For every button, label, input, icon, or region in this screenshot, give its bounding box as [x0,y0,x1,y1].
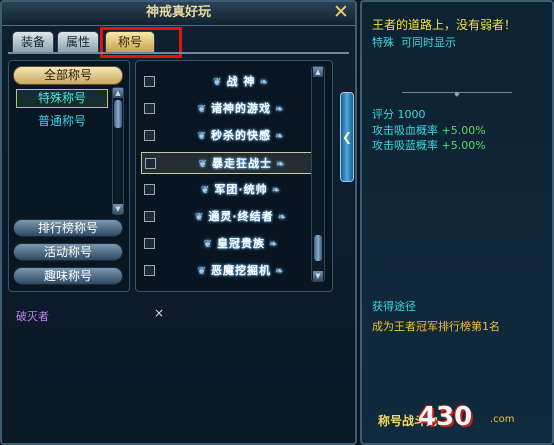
swirl-icon: ❦ [197,266,211,277]
checkbox[interactable] [144,211,155,222]
tab-equipment[interactable]: 装备 [12,31,54,52]
watermark-logo: 430 [418,402,473,432]
title-name: 暴走狂战士 [212,157,272,170]
list-item[interactable]: ❦ 诸神的游戏 ❧ [141,98,325,120]
scroll-thumb[interactable] [114,100,122,128]
clear-title-icon[interactable]: × [154,306,164,320]
ranking-titles-button[interactable]: 排行榜称号 [13,219,123,237]
swirl-icon: ❦ [197,131,211,142]
scroll-down-icon[interactable]: ▼ [313,271,323,281]
stat-row: 攻击吸蓝概率 +5.00% [372,137,486,153]
swirl-icon: ❦ [198,159,212,170]
title-name: 秒杀的快感 [211,129,271,142]
title-name: 军团·统帅 [214,183,268,196]
title-name: 战 神 [226,75,256,88]
list-item[interactable]: ❦ 秒杀的快感 ❧ [141,125,325,147]
checkbox[interactable] [144,103,155,114]
stat-value: +5.00% [441,139,486,152]
tab-titles[interactable]: 称号 [105,31,155,52]
subcategory-special[interactable]: 特殊称号 [16,89,108,108]
title-list-scrollbar[interactable]: ▲ ▼ [311,66,325,282]
tab-divider [8,52,349,54]
window-title: 神戒真好玩 [2,2,355,26]
swirl-icon: ❦ [213,77,227,88]
swirl-icon: ❧ [272,159,286,170]
title-name: 皇冠贵族 [217,237,265,250]
title-type-row: 特殊 可同时显示 [372,34,456,50]
stat-row: 攻击吸血概率 +5.00% [372,122,486,138]
checkbox[interactable] [145,158,156,169]
list-item[interactable]: ❦ 军团·统帅 ❧ [141,179,325,201]
list-item[interactable]: ❦ 暴走狂战士 ❧ [141,152,325,174]
expand-arrow-icon[interactable]: ❮ [340,92,354,182]
all-titles-button[interactable]: 全部称号 [13,66,123,85]
title-list: ❦ 战 神 ❧ ❦ 诸神的游戏 ❧ ❦ 秒杀的快感 ❧ ❦ 暴走狂战士 ❧ ❦ … [135,60,333,292]
event-titles-button[interactable]: 活动称号 [13,243,123,261]
category-scrollbar[interactable]: ▲ ▼ [112,87,124,215]
swirl-icon: ❦ [194,212,209,223]
scroll-thumb[interactable] [314,235,322,261]
title-window: 神戒真好玩 ✕ 装备 属性 称号 全部称号 特殊称号 普通称号 ▲ ▼ 排行榜称… [0,0,357,445]
score-value: 1000 [397,108,426,121]
checkbox[interactable] [144,76,155,87]
swirl-icon: ❧ [255,77,269,88]
list-item[interactable]: ❦ 通灵·终结者 ❧ [141,206,325,228]
subcategory-normal[interactable]: 普通称号 [16,113,108,132]
title-name: 恶魔挖掘机 [211,264,271,277]
stat-value: +5.00% [441,124,486,137]
checkbox[interactable] [144,238,155,249]
score-row: 评分 1000 [372,106,426,122]
swirl-icon: ❧ [271,266,285,277]
swirl-icon: ❧ [273,212,288,223]
swirl-icon: ❧ [267,185,282,196]
category-column: 全部称号 特殊称号 普通称号 ▲ ▼ 排行榜称号 活动称号 趣味称号 [8,60,130,292]
fun-titles-button[interactable]: 趣味称号 [13,267,123,285]
checkbox[interactable] [144,265,155,276]
swirl-icon: ❧ [271,131,285,142]
checkbox[interactable] [144,130,155,141]
list-item[interactable]: ❦ 皇冠贵族 ❧ [141,233,325,255]
ornament-divider: ◆ [402,91,512,100]
stat-label: 攻击吸蓝概率 [372,139,438,152]
swirl-icon: ❦ [197,104,211,115]
swirl-icon: ❦ [200,185,215,196]
swirl-icon: ❧ [271,104,285,115]
title-description: 王者的道路上，没有弱者！ [372,18,517,32]
subcategory-list: 特殊称号 普通称号 [13,87,111,190]
current-title: 破灭者 [16,310,49,323]
title-type: 特殊 [372,36,394,49]
scroll-up-icon[interactable]: ▲ [113,88,123,98]
swirl-icon: ❦ [203,239,217,250]
source-text: 成为王者冠军排行榜第1名 [372,320,500,333]
title-info-panel: 王者的道路上，没有弱者！ 特殊 可同时显示 ◆ 评分 1000 攻击吸血概率 +… [360,0,554,445]
title-name: 诸神的游戏 [211,102,271,115]
close-icon[interactable]: ✕ [331,2,351,22]
watermark-suffix: .com [490,414,515,425]
swirl-icon: ❧ [265,239,279,250]
scroll-up-icon[interactable]: ▲ [313,67,323,77]
stat-label: 攻击吸血概率 [372,124,438,137]
scroll-down-icon[interactable]: ▼ [113,204,123,214]
tab-attributes[interactable]: 属性 [57,31,99,52]
list-item[interactable]: ❦ 战 神 ❧ [141,71,325,93]
title-name: 通灵·终结者 [208,210,274,223]
score-label: 评分 [372,108,394,121]
source-label: 获得途径 [372,300,416,313]
checkbox[interactable] [144,184,155,195]
title-type-note: 可同时显示 [401,36,456,49]
list-item[interactable]: ❦ 恶魔挖掘机 ❧ [141,260,325,282]
